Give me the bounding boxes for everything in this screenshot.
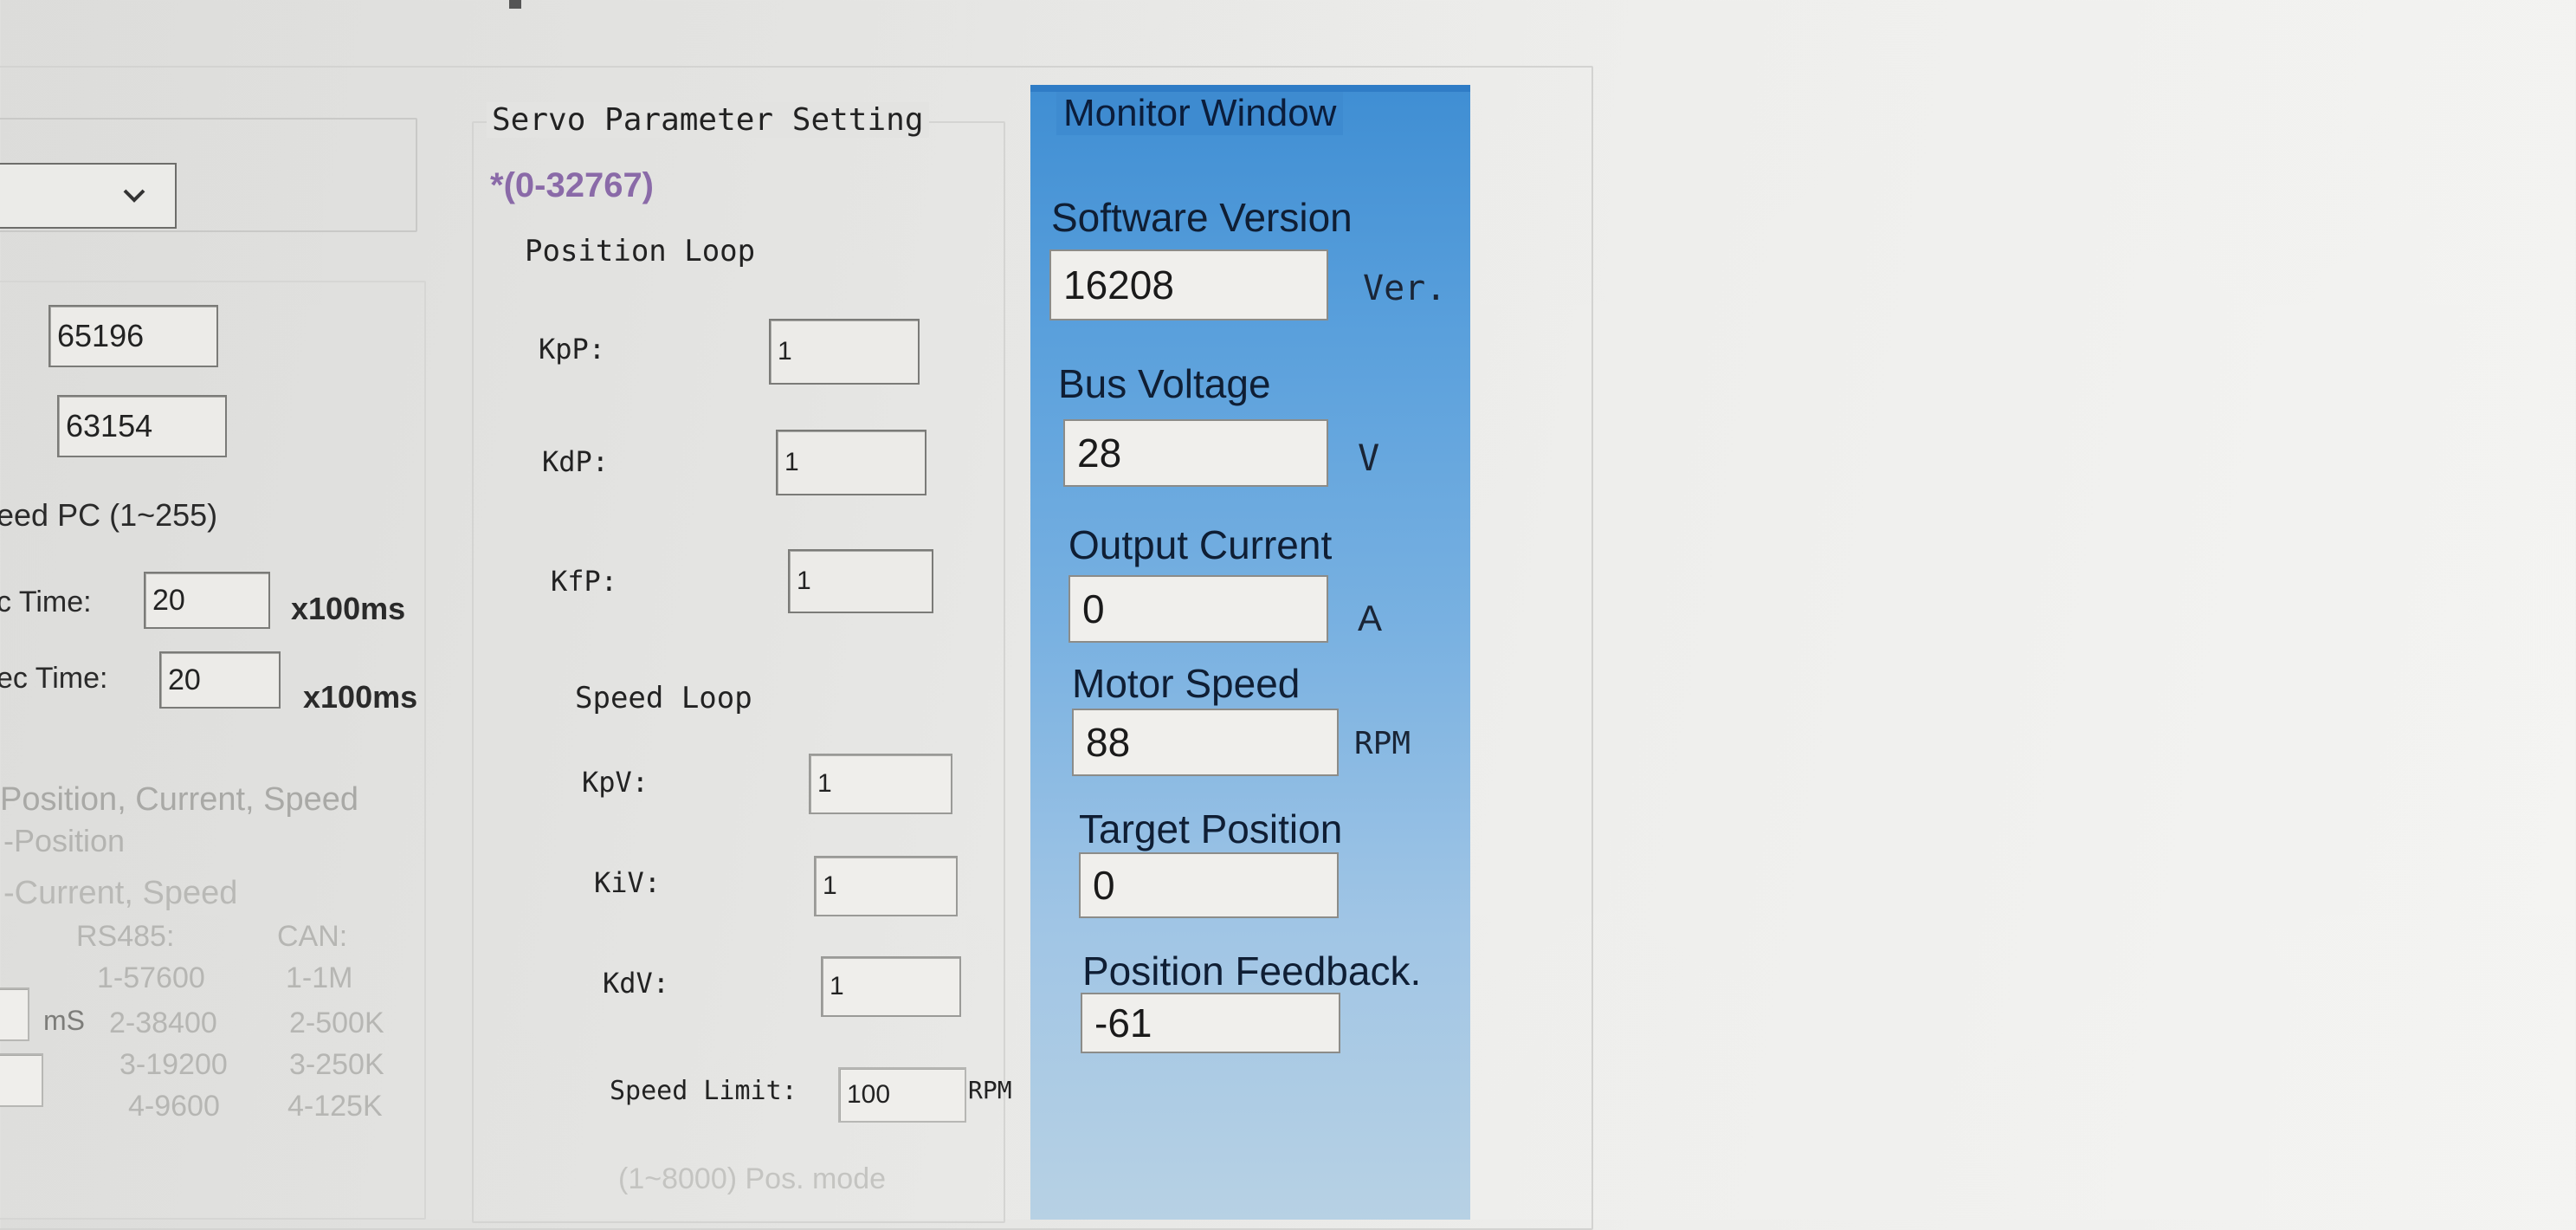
- output-current-unit: A: [1358, 598, 1383, 638]
- id-field[interactable]: [0, 1053, 43, 1107]
- port-combo[interactable]: [0, 163, 177, 229]
- ms-label: mS: [43, 1005, 85, 1036]
- kpp-field[interactable]: 1: [769, 319, 920, 385]
- acc-time-value: 20: [152, 583, 185, 617]
- kpv-field[interactable]: 1: [809, 754, 952, 814]
- position-feedback-label: Position Feedback.: [1082, 948, 1422, 994]
- kpp-value: 1: [778, 337, 792, 366]
- position-feedback-field: -61: [1081, 993, 1340, 1053]
- output-current-field: 0: [1068, 575, 1328, 643]
- servo-group-frame: [472, 121, 1005, 1223]
- position-feedback-value: -61: [1094, 1000, 1152, 1046]
- software-version-unit: Ver.: [1363, 269, 1447, 308]
- output-current-label: Output Current: [1068, 522, 1333, 567]
- can-option-3: 3-250K: [289, 1048, 384, 1081]
- kpp-label: KpP:: [539, 333, 606, 366]
- mode-option-2: -Position: [3, 823, 126, 858]
- kdp-value: 1: [784, 448, 799, 476]
- kfp-label: KfP:: [551, 565, 618, 598]
- value-field-1[interactable]: 65196: [48, 305, 218, 367]
- rs485-header: RS485:: [76, 920, 175, 953]
- acc-time-unit: x100ms: [291, 591, 406, 626]
- output-current-value: 0: [1082, 586, 1105, 631]
- can-option-4: 4-125K: [287, 1090, 383, 1123]
- acc-time-label: c Time:: [0, 586, 92, 618]
- range-note: *(0-32767): [490, 166, 655, 204]
- timeout-field[interactable]: [0, 987, 29, 1041]
- speed-limit-label: Speed Limit:: [610, 1076, 797, 1106]
- motor-speed-value: 88: [1086, 720, 1131, 765]
- kpv-label: KpV:: [582, 766, 649, 799]
- kiv-label: KiV:: [594, 866, 662, 899]
- dec-time-unit: x100ms: [303, 679, 418, 715]
- target-position-label: Target Position: [1079, 806, 1343, 851]
- kfp-field[interactable]: 1: [788, 549, 933, 613]
- kdp-label: KdP:: [542, 445, 610, 478]
- bus-voltage-field: 28: [1063, 419, 1328, 487]
- kdv-label: KdV:: [603, 967, 670, 1000]
- acc-time-field[interactable]: 20: [144, 572, 270, 629]
- dec-time-field[interactable]: 20: [159, 651, 281, 709]
- rs485-option-3: 3-19200: [119, 1048, 228, 1081]
- software-version-label: Software Version: [1051, 195, 1353, 240]
- motor-speed-unit: RPM: [1354, 726, 1411, 761]
- kdp-field[interactable]: 1: [776, 430, 926, 495]
- rs485-option-2: 2-38400: [109, 1007, 217, 1039]
- title-bar-fragment: [509, 0, 521, 9]
- value-field-1-text: 65196: [57, 318, 145, 353]
- speed-loop-label: Speed Loop: [575, 681, 752, 715]
- target-position-value: 0: [1093, 863, 1115, 908]
- kdv-value: 1: [830, 972, 844, 1000]
- kpv-value: 1: [817, 769, 832, 798]
- motor-speed-label: Motor Speed: [1072, 661, 1301, 706]
- value-field-2-text: 63154: [66, 408, 153, 443]
- can-header: CAN:: [277, 920, 348, 953]
- kiv-value: 1: [823, 871, 837, 900]
- motor-speed-field: 88: [1072, 709, 1339, 776]
- dec-time-value: 20: [168, 663, 201, 696]
- target-position-field: 0: [1079, 852, 1339, 918]
- rs485-option-4: 4-9600: [128, 1090, 220, 1123]
- kiv-field[interactable]: 1: [814, 856, 958, 916]
- mode-option-1: Position, Current, Speed: [0, 781, 359, 818]
- kdv-field[interactable]: 1: [821, 956, 961, 1017]
- bus-voltage-label: Bus Voltage: [1058, 361, 1271, 406]
- rs485-option-1: 1-57600: [97, 961, 205, 994]
- servo-group-title: Servo Parameter Setting: [487, 102, 929, 138]
- value-field-2[interactable]: 63154: [57, 395, 227, 457]
- speed-pc-label: eed PC (1~255): [0, 497, 218, 533]
- bus-voltage-unit: V: [1358, 437, 1380, 479]
- speed-limit-note: (1~8000) Pos. mode: [618, 1162, 887, 1195]
- chevron-down-icon: [123, 189, 145, 203]
- software-version-value: 16208: [1063, 262, 1174, 308]
- monitor-title: Monitor Window: [1056, 92, 1344, 135]
- speed-limit-unit: RPM: [968, 1076, 1012, 1104]
- position-loop-label: Position Loop: [525, 234, 756, 269]
- dec-time-label: ec Time:: [0, 662, 108, 695]
- monitor-window: Monitor Window Software Version 16208 Ve…: [1030, 85, 1470, 1220]
- kfp-value: 1: [797, 566, 811, 595]
- can-option-1: 1-1M: [286, 961, 353, 994]
- can-option-2: 2-500K: [289, 1007, 384, 1039]
- mode-option-3: -Current, Speed: [3, 875, 238, 911]
- software-version-field: 16208: [1049, 249, 1328, 320]
- speed-limit-value: 100: [847, 1080, 891, 1109]
- bus-voltage-value: 28: [1077, 430, 1122, 476]
- speed-limit-field[interactable]: 100: [838, 1067, 966, 1123]
